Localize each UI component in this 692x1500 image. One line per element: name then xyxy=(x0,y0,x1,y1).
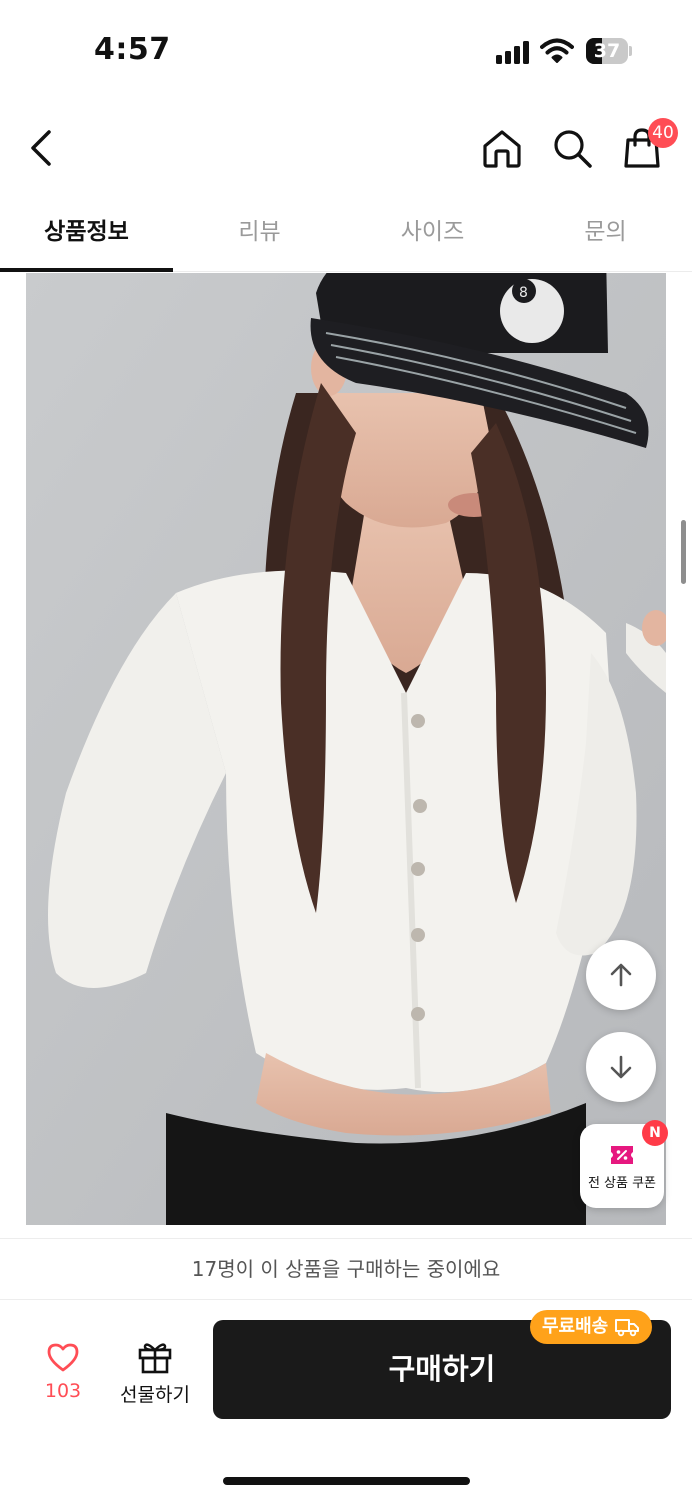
cellular-signal-icon xyxy=(496,40,532,64)
gift-button[interactable]: 선물하기 xyxy=(112,1340,198,1407)
status-bar: 4:57 37 xyxy=(0,0,692,100)
battery-percentage: 37 xyxy=(593,40,621,62)
free-shipping-badge: 무료배송 xyxy=(530,1310,653,1344)
cart-count-badge: 40 xyxy=(648,118,678,148)
top-navigation xyxy=(0,100,692,196)
new-badge: N xyxy=(642,1120,668,1146)
delivery-truck-icon xyxy=(615,1319,640,1337)
product-photo: 8 xyxy=(26,273,666,1225)
scroll-up-button[interactable] xyxy=(586,940,656,1010)
status-time: 4:57 xyxy=(94,32,171,67)
back-button[interactable] xyxy=(16,122,68,174)
home-icon xyxy=(483,130,521,168)
svg-text:8: 8 xyxy=(519,285,528,301)
search-button[interactable] xyxy=(546,122,598,174)
coupon-label: 전 상품 쿠폰 xyxy=(587,1176,657,1191)
active-tab-indicator xyxy=(0,268,173,272)
arrow-down-icon xyxy=(610,1055,632,1079)
chevron-left-icon xyxy=(31,130,51,166)
home-button[interactable] xyxy=(476,122,528,174)
like-button[interactable]: 103 xyxy=(30,1342,96,1402)
scroll-down-button[interactable] xyxy=(586,1032,656,1102)
tab-reviews[interactable]: 리뷰 xyxy=(173,196,346,272)
tab-size[interactable]: 사이즈 xyxy=(346,196,519,272)
home-indicator xyxy=(223,1477,470,1485)
scroll-indicator[interactable] xyxy=(681,520,686,584)
heart-icon xyxy=(47,1343,79,1372)
live-purchase-notice: 17명이 이 상품을 구매하는 중이에요 xyxy=(0,1238,692,1300)
tab-product-info[interactable]: 상품정보 xyxy=(0,196,173,272)
battery-icon: 37 xyxy=(586,38,632,64)
like-count: 103 xyxy=(44,1380,82,1402)
wifi-icon xyxy=(540,38,574,64)
coupon-icon xyxy=(611,1146,633,1164)
tab-inquiry[interactable]: 문의 xyxy=(519,196,692,272)
arrow-up-icon xyxy=(610,963,632,987)
search-icon xyxy=(554,130,592,168)
free-shipping-label: 무료배송 xyxy=(542,1316,609,1337)
product-tabs: 상품정보 리뷰 사이즈 문의 xyxy=(0,196,692,272)
gift-label: 선물하기 xyxy=(120,1384,190,1406)
bottom-action-bar: 103 선물하기 구매하기 무료배송 xyxy=(0,1300,692,1500)
gift-icon xyxy=(138,1343,172,1374)
